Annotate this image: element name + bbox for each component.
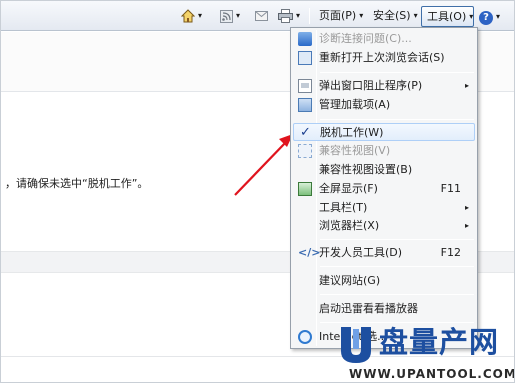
- chevron-down-icon: ▾: [496, 12, 501, 21]
- popup-blocker-icon: [298, 79, 312, 93]
- home-dropdown-arrow[interactable]: ▾: [198, 11, 202, 20]
- chevron-down-icon: ▾: [469, 12, 474, 21]
- menu-item-label: 管理加载项(A): [319, 98, 391, 111]
- menu-item-popup-blocker[interactable]: 弹出窗口阻止程序(P) ▸: [293, 77, 475, 95]
- print-button[interactable]: ▾: [278, 6, 300, 26]
- menu-separator: [320, 119, 474, 120]
- menu-item-work-offline[interactable]: ✓ 脱机工作(W): [293, 123, 475, 141]
- toolbar-divider: [309, 8, 310, 24]
- chevron-down-icon: ▾: [413, 11, 418, 20]
- menu-item-label: 建议网站(G): [319, 274, 381, 287]
- red-arrow-annotation: [234, 134, 293, 196]
- chevron-down-icon: ▾: [359, 11, 364, 20]
- menu-item-diagnose[interactable]: 诊断连接问题(C)...: [293, 30, 475, 48]
- menu-item-label: 浏览器栏(X): [319, 219, 380, 232]
- feeds-dropdown-arrow[interactable]: ▾: [236, 11, 240, 20]
- submenu-arrow-icon: ▸: [464, 203, 469, 212]
- menu-item-label: 诊断连接问题(C)...: [319, 32, 412, 45]
- menu-item-label: 工具栏(T): [319, 201, 368, 214]
- printer-icon: [278, 9, 293, 23]
- menu-item-label: 开发人员工具(D): [319, 246, 403, 259]
- reopen-session-icon: [298, 51, 312, 65]
- menu-item-developer-tools[interactable]: </> 开发人员工具(D) F12: [293, 244, 475, 262]
- home-icon: [180, 9, 196, 23]
- tools-menu-button[interactable]: 工具(O) ▾: [421, 6, 474, 27]
- safety-menu-label: 安全(S): [373, 9, 411, 22]
- menu-item-toolbars[interactable]: 工具栏(T) ▸: [293, 199, 475, 217]
- help-icon: ?: [479, 11, 493, 25]
- network-diagnose-icon: [298, 32, 312, 46]
- safety-menu-button[interactable]: 安全(S) ▾: [373, 6, 418, 26]
- page-menu-button[interactable]: 页面(P) ▾: [319, 6, 363, 26]
- submenu-arrow-icon: ▸: [464, 221, 469, 230]
- menu-separator: [320, 239, 474, 240]
- menu-item-manage-addons[interactable]: 管理加载项(A): [293, 96, 475, 114]
- menu-item-reopen-session[interactable]: 重新打开上次浏览会话(S): [293, 49, 475, 67]
- menu-item-label: 脱机工作(W): [320, 126, 384, 139]
- manage-addons-icon: [298, 98, 312, 112]
- menu-item-explorer-bars[interactable]: 浏览器栏(X) ▸: [293, 217, 475, 235]
- menu-item-shortcut: F11: [440, 182, 461, 195]
- menu-item-label: 兼容性视图设置(B): [319, 163, 413, 176]
- watermark-logo-text: 盘量产网: [379, 325, 500, 359]
- print-dropdown-arrow[interactable]: ▾: [296, 11, 300, 20]
- menu-item-compat-view[interactable]: 兼容性视图(V): [293, 142, 475, 160]
- usb-logo-icon: [341, 327, 371, 363]
- menu-separator: [320, 72, 474, 73]
- feeds-button[interactable]: ▾: [220, 6, 240, 26]
- menu-item-compat-view-settings[interactable]: 兼容性视图设置(B): [293, 161, 475, 179]
- menu-item-label: 启动迅雷看看播放器: [319, 302, 418, 315]
- compat-view-icon: [298, 144, 312, 158]
- help-button[interactable]: ? ▾: [479, 7, 500, 27]
- menu-item-label: 兼容性视图(V): [319, 144, 391, 157]
- menu-item-suggested-sites[interactable]: 建议网站(G): [293, 272, 475, 290]
- page-menu-label: 页面(P): [319, 9, 357, 22]
- internet-options-icon: [298, 330, 312, 344]
- fullscreen-icon: [298, 182, 312, 196]
- watermark-url: WWW.UPANTOOL.COM: [349, 367, 515, 381]
- tools-dropdown-menu: 诊断连接问题(C)... 重新打开上次浏览会话(S) 弹出窗口阻止程序(P) ▸…: [290, 27, 478, 349]
- rss-icon: [220, 9, 233, 23]
- browser-window: ▾ ▾ ▾ 页面(P) ▾ 安全(S) ▾ 工具(O) ▾ ? ▾ ，请确保未选…: [0, 0, 515, 383]
- site-watermark: 盘量产网 WWW.UPANTOOL.COM: [337, 323, 515, 382]
- menu-item-label: 弹出窗口阻止程序(P): [319, 79, 423, 92]
- mail-icon: [255, 11, 268, 21]
- tools-menu-label: 工具(O): [427, 10, 467, 23]
- checkmark-icon: ✓: [300, 125, 311, 140]
- menu-item-fullscreen[interactable]: 全屏显示(F) F11: [293, 180, 475, 198]
- home-button[interactable]: ▾: [180, 6, 202, 26]
- menu-item-label: 全屏显示(F): [319, 182, 378, 195]
- submenu-arrow-icon: ▸: [464, 81, 469, 90]
- mail-button[interactable]: [255, 6, 268, 26]
- menu-separator: [320, 294, 474, 295]
- menu-item-shortcut: F12: [440, 246, 461, 259]
- menu-item-xunlei-player[interactable]: 启动迅雷看看播放器: [293, 300, 475, 318]
- menu-separator: [320, 266, 474, 267]
- instruction-text: ，请确保未选中“脱机工作”。: [5, 177, 149, 190]
- developer-tools-icon: </>: [298, 246, 321, 259]
- menu-item-label: 重新打开上次浏览会话(S): [319, 51, 445, 64]
